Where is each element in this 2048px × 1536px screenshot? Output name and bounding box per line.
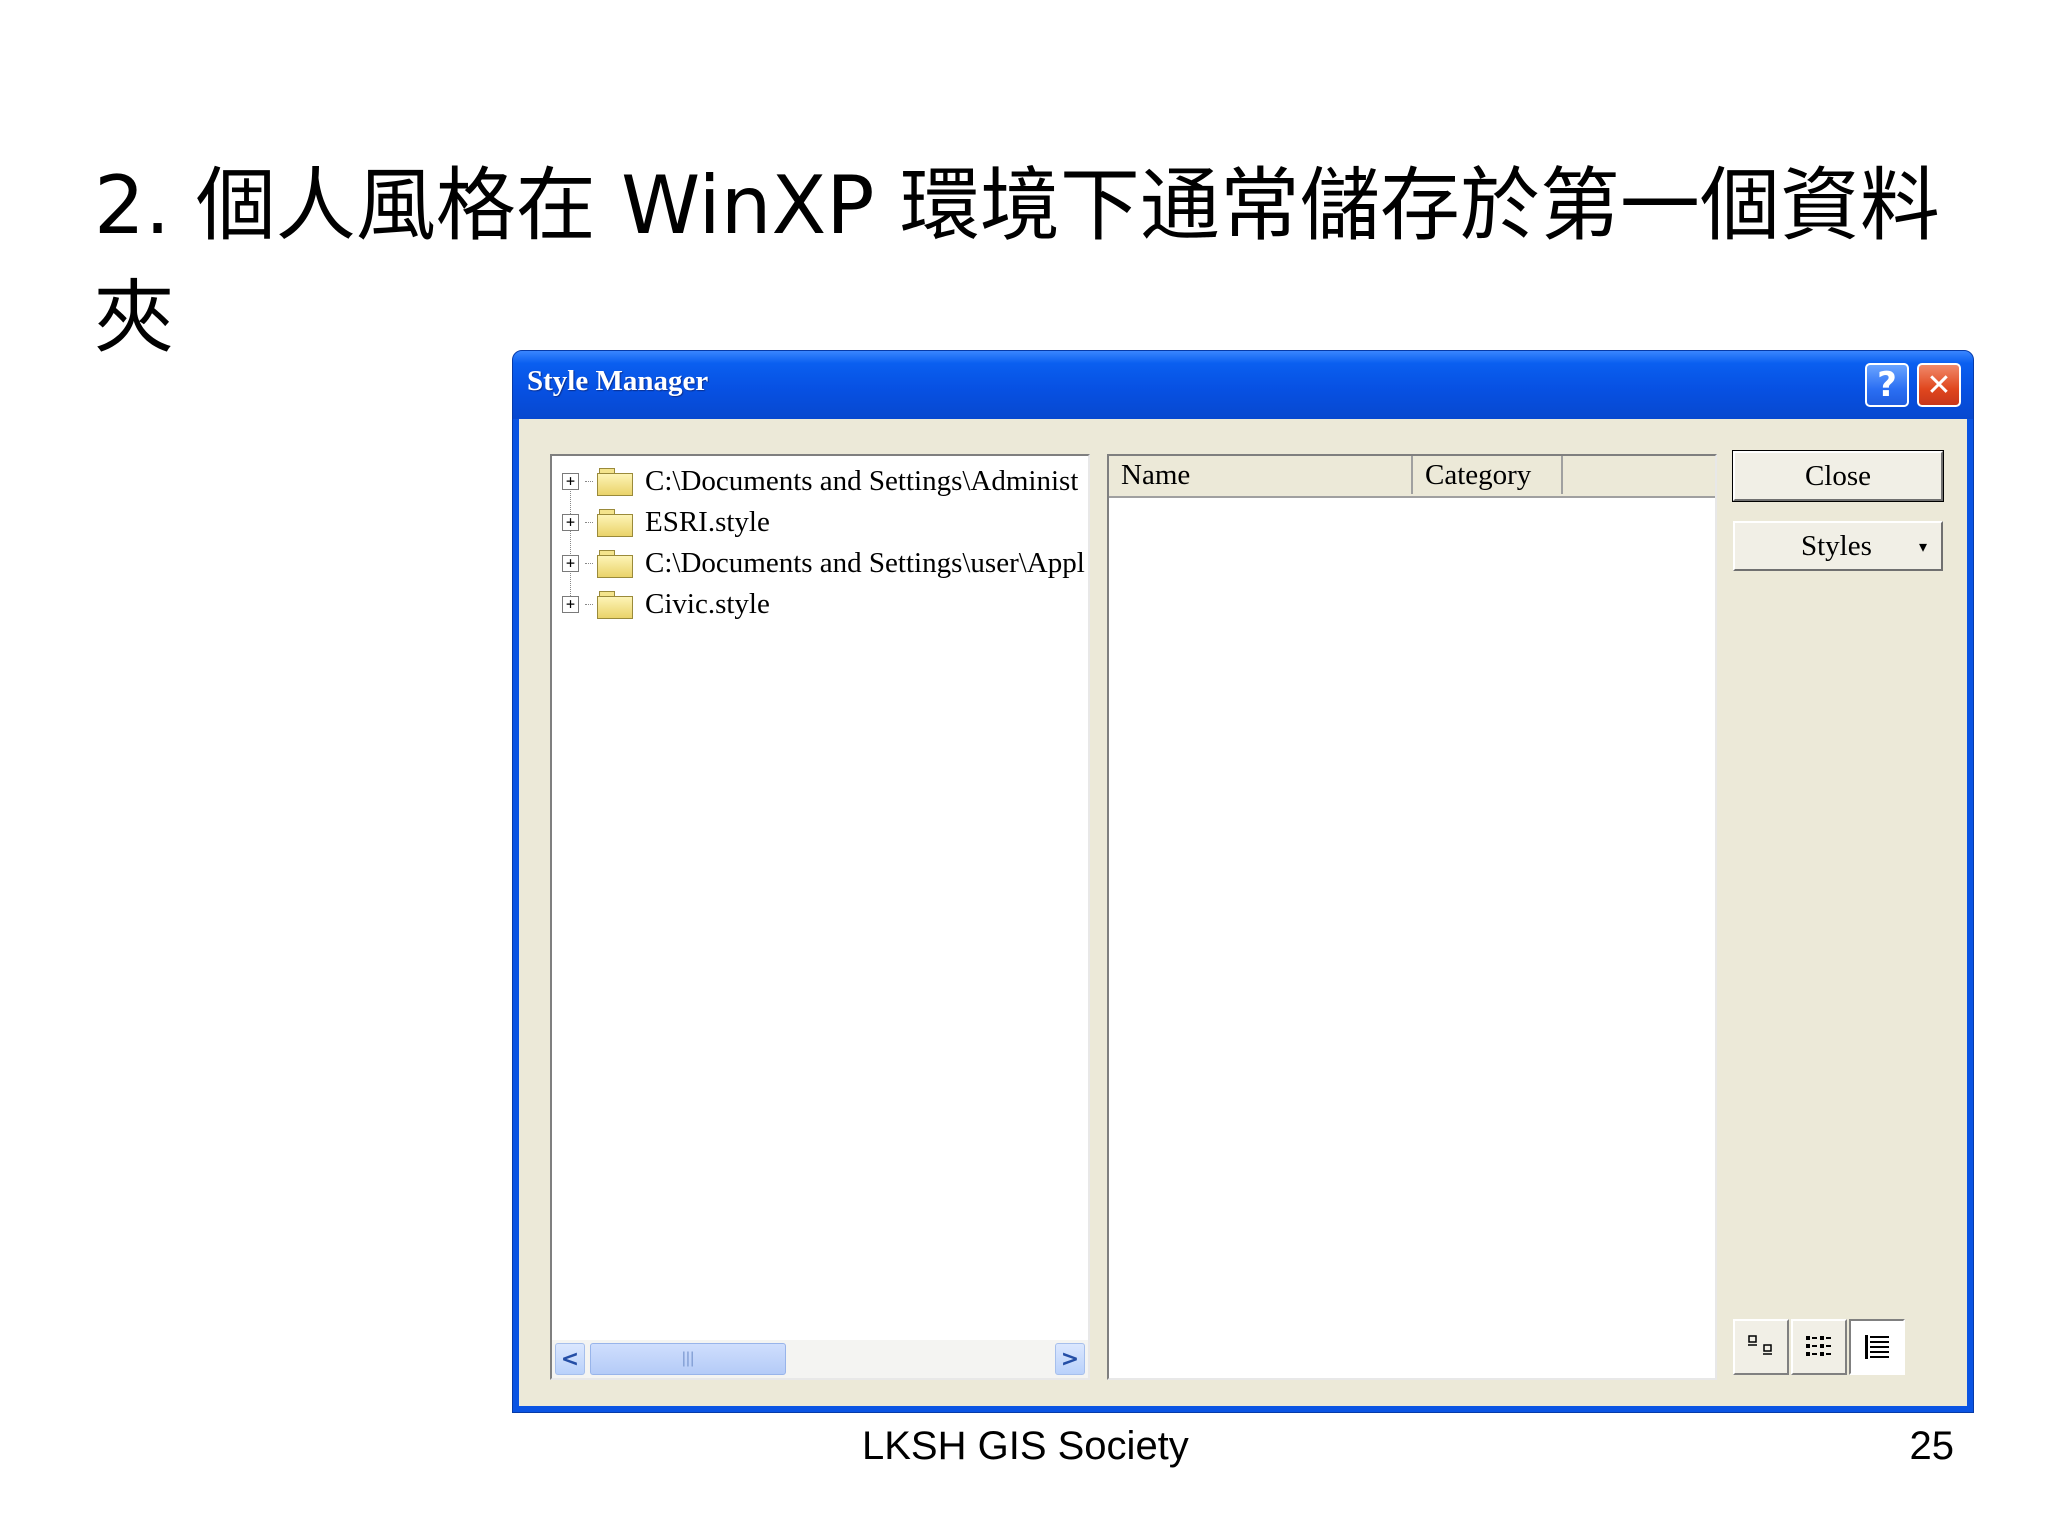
style-manager-window: Style Manager ? ✕ + C:\Documents and Set…: [512, 350, 1974, 1413]
folder-icon: [597, 508, 633, 537]
close-icon: ✕: [1926, 367, 1952, 403]
horizontal-scrollbar[interactable]: < ||| >: [552, 1340, 1088, 1378]
tree-item-esri-style[interactable]: + ESRI.style: [562, 503, 770, 541]
scroll-right-button[interactable]: >: [1055, 1343, 1085, 1375]
slide-title: 2. 個人風格在 WinXP 環境下通常儲存於第一個資料 夾: [94, 159, 1940, 364]
chevron-right-icon: >: [1060, 1346, 1080, 1372]
tree-item-label: C:\Documents and Settings\Administ: [645, 464, 1079, 497]
column-header-category[interactable]: Category: [1413, 456, 1563, 494]
tree-item-admin-style[interactable]: + C:\Documents and Settings\Administ: [562, 462, 1078, 500]
scroll-thumb[interactable]: |||: [590, 1343, 786, 1375]
list-view-icon: [1806, 1336, 1831, 1356]
expand-icon[interactable]: +: [562, 472, 579, 490]
help-button[interactable]: ?: [1865, 363, 1909, 407]
tree-item-label: C:\Documents and Settings\user\Appl: [645, 546, 1085, 579]
close-button[interactable]: Close: [1732, 450, 1944, 502]
styles-button-label: Styles: [1801, 529, 1872, 562]
tree-item-civic-style[interactable]: + Civic.style: [562, 585, 770, 623]
list-header: Name Category: [1109, 456, 1715, 498]
chevron-down-icon: ▾: [1918, 539, 1927, 556]
list-view-button[interactable]: [1791, 1319, 1847, 1375]
style-item-list[interactable]: Name Category: [1107, 454, 1717, 1380]
tree-item-user-style[interactable]: + C:\Documents and Settings\user\Appl: [562, 544, 1085, 582]
expand-icon[interactable]: +: [562, 595, 579, 613]
folder-icon: [597, 467, 633, 496]
tree-item-label: Civic.style: [645, 587, 770, 620]
footer-org-name: LKSH GIS Society: [862, 1424, 1189, 1468]
window-title: Style Manager: [527, 365, 709, 397]
details-view-button[interactable]: [1849, 1319, 1905, 1375]
large-icons-view-button[interactable]: [1733, 1319, 1789, 1375]
folder-icon: [597, 590, 633, 619]
dialog-body: + C:\Documents and Settings\Administ + E…: [519, 419, 1967, 1406]
folder-icon: [597, 549, 633, 578]
window-close-button[interactable]: ✕: [1917, 363, 1961, 407]
styles-dropdown-button[interactable]: Styles ▾: [1733, 521, 1943, 571]
column-header-name[interactable]: Name: [1109, 456, 1413, 494]
scroll-left-button[interactable]: <: [555, 1343, 585, 1375]
title-bar[interactable]: Style Manager ? ✕: [513, 351, 1973, 419]
tree-item-label: ESRI.style: [645, 505, 770, 538]
style-tree[interactable]: + C:\Documents and Settings\Administ + E…: [550, 454, 1090, 1380]
details-view-icon: [1865, 1335, 1889, 1359]
expand-icon[interactable]: +: [562, 554, 579, 572]
chevron-left-icon: <: [560, 1346, 580, 1372]
expand-icon[interactable]: +: [562, 513, 579, 531]
grip-icon: |||: [681, 1350, 695, 1367]
help-icon: ?: [1877, 365, 1897, 405]
page-number: 25: [1909, 1424, 1955, 1468]
large-icons-icon: [1748, 1335, 1772, 1355]
